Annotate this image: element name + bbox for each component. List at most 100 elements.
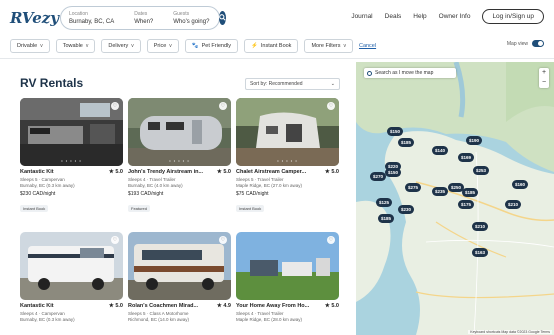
listing-image[interactable]: ♡ [20,232,123,300]
listing-card[interactable]: ♡ Kantastic Kit ★ 5.0 Sleeps 4 · Camperva… [20,232,123,322]
signup-button[interactable]: Log in/Sign up [482,9,544,24]
star-icon: ★ [216,169,222,175]
price-pin[interactable]: $210 [472,222,489,231]
listing-details: Sleeps 5 · Class A Motorhome [128,310,189,316]
price-pin[interactable]: $163 [472,248,489,257]
pet-icon: 🐾 [191,43,199,49]
zoom-out-button[interactable]: − [539,78,549,88]
header-nav: Journal Deals Help Owner Info Log in/Sig… [351,9,544,24]
nav-journal[interactable]: Journal [351,13,372,20]
price-pin[interactable]: $253 [473,166,490,175]
filter-more[interactable]: More Filters v [304,39,353,53]
heart-icon[interactable]: ♡ [219,102,227,110]
dates-field[interactable]: Dates When? [134,10,153,26]
nav-help[interactable]: Help [413,13,426,20]
campsite-photo [236,232,339,300]
listing-card[interactable]: ♡ Your Home Away From Ho... ★ 5.0 Sleeps … [236,232,339,322]
listing-title[interactable]: Chalet Airstream Camper... [236,169,306,175]
heart-icon[interactable]: ♡ [111,236,119,244]
listing-details: Sleeps 5 · Campervan [20,176,65,182]
listing-image[interactable]: ♡ [236,232,339,300]
map-attribution: Keyboard shortcuts Map data ©2023 Google… [468,330,552,334]
top-header: RVezy Location Burnaby, BC, CA Dates Whe… [0,0,554,35]
location-field[interactable]: Location Burnaby, BC, CA [69,10,114,26]
listing-rating: 5.0 [115,303,123,309]
price-pin[interactable]: $185 [462,188,479,197]
listing-card[interactable]: ♡ Rolan's Coachmen Mirad... ★ 4.9 Sleeps … [128,232,231,322]
price-pin[interactable]: $275 [405,183,422,192]
cancel-link[interactable]: Cancel [359,43,376,49]
listing-card[interactable]: ♡ • • • • • John's Trendy Airstream in..… [128,98,231,215]
map-view-toggle[interactable]: Map view [507,40,544,47]
listing-location: Burnaby, BC (0.3 km away) [20,183,75,188]
price-pin[interactable]: $230 [398,205,415,214]
listing-price: $75 CAD/night [236,191,269,197]
price-pin[interactable]: $175 [458,200,475,209]
price-pin[interactable]: $169 [458,153,475,162]
search-bar[interactable]: Location Burnaby, BC, CA Dates When? Gue… [60,5,227,30]
price-pin[interactable]: $160 [512,180,529,189]
nav-deals[interactable]: Deals [385,13,402,20]
toggle-switch[interactable] [532,40,544,47]
listing-rating: 5.0 [331,169,339,175]
listing-price: $193 CAD/night [128,191,164,197]
filter-price[interactable]: Price v [146,39,179,53]
listing-title[interactable]: Your Home Away From Ho... [236,303,309,309]
price-pin[interactable]: $150 [387,127,404,136]
filter-drivable[interactable]: Drivable v [10,39,50,53]
listing-location: Richmond, BC (14.0 km away) [128,317,190,322]
heart-icon[interactable]: ♡ [111,102,119,110]
listing-image[interactable]: ♡ [128,232,231,300]
listing-title[interactable]: Rolan's Coachmen Mirad... [128,303,198,309]
price-pin[interactable]: $270 [370,172,387,181]
campervan-photo [20,232,123,300]
carousel-dots: • • • • • [277,158,298,163]
filter-instant-book[interactable]: ⚡ Instant Book [244,39,299,53]
sort-dropdown[interactable]: Sort by: Recommended ⌄ [245,78,340,90]
price-pin[interactable]: $235 [432,187,449,196]
listing-card[interactable]: ♡ • • • • • Kantastic Kit ★ 5.0 Sleeps 5 … [20,98,123,215]
listing-image[interactable]: ♡ • • • • • [20,98,123,166]
filter-delivery[interactable]: Delivery v [101,39,141,53]
filter-bar: Drivable v Towable v Delivery v Price v 🐾 Pet… [0,37,554,55]
filter-towable[interactable]: Towable v [55,39,96,53]
price-pin[interactable]: $210 [505,200,522,209]
price-pin[interactable]: $150 [385,168,402,177]
price-pin[interactable]: $190 [466,136,483,145]
page: RVezy Location Burnaby, BC, CA Dates Whe… [0,0,554,335]
listing-location: Burnaby, BC (0.3 km away) [20,317,75,322]
listing-rating: 4.9 [223,303,231,309]
rv-interior-photo [20,98,123,166]
listing-image[interactable]: ♡ • • • • • [128,98,231,166]
star-icon: ★ [216,303,222,309]
listing-badge: Instant Book [236,205,265,212]
listing-details: Sleeps 5 · Travel Trailer [236,176,284,182]
listing-title[interactable]: Kantastic Kit [20,169,54,175]
listing-title[interactable]: John's Trendy Airstream in... [128,169,203,175]
listing-rating: 5.0 [223,169,231,175]
price-pin[interactable]: $125 [376,198,393,207]
listing-card[interactable]: ♡ • • • • • Chalet Airstream Camper... ★ … [236,98,339,215]
listing-image[interactable]: ♡ • • • • • [236,98,339,166]
rvezy-logo[interactable]: RVezy [10,9,59,27]
search-as-move-checkbox[interactable]: Search as I move the map [364,68,456,78]
price-pin[interactable]: $140 [432,146,449,155]
listing-rating: 5.0 [331,303,339,309]
heart-icon[interactable]: ♡ [327,236,335,244]
search-icon [219,14,227,21]
search-button[interactable] [219,10,227,25]
listing-price: $230 CAD/night [20,191,56,197]
price-pin[interactable]: $185 [378,214,395,223]
nav-owner-info[interactable]: Owner Info [439,13,471,20]
listing-title[interactable]: Kantastic Kit [20,303,54,309]
filter-pet-friendly[interactable]: 🐾 Pet Friendly [184,39,238,53]
trailer-photo [236,98,339,166]
guests-field[interactable]: Guests Who's going? [173,10,209,26]
price-pin[interactable]: $185 [398,138,415,147]
heart-icon[interactable]: ♡ [219,236,227,244]
listing-badge: Instant Book [20,205,49,212]
checkbox[interactable] [367,70,372,76]
star-icon: ★ [108,169,114,175]
zoom-in-button[interactable]: + [539,68,549,78]
heart-icon[interactable]: ♡ [327,102,335,110]
